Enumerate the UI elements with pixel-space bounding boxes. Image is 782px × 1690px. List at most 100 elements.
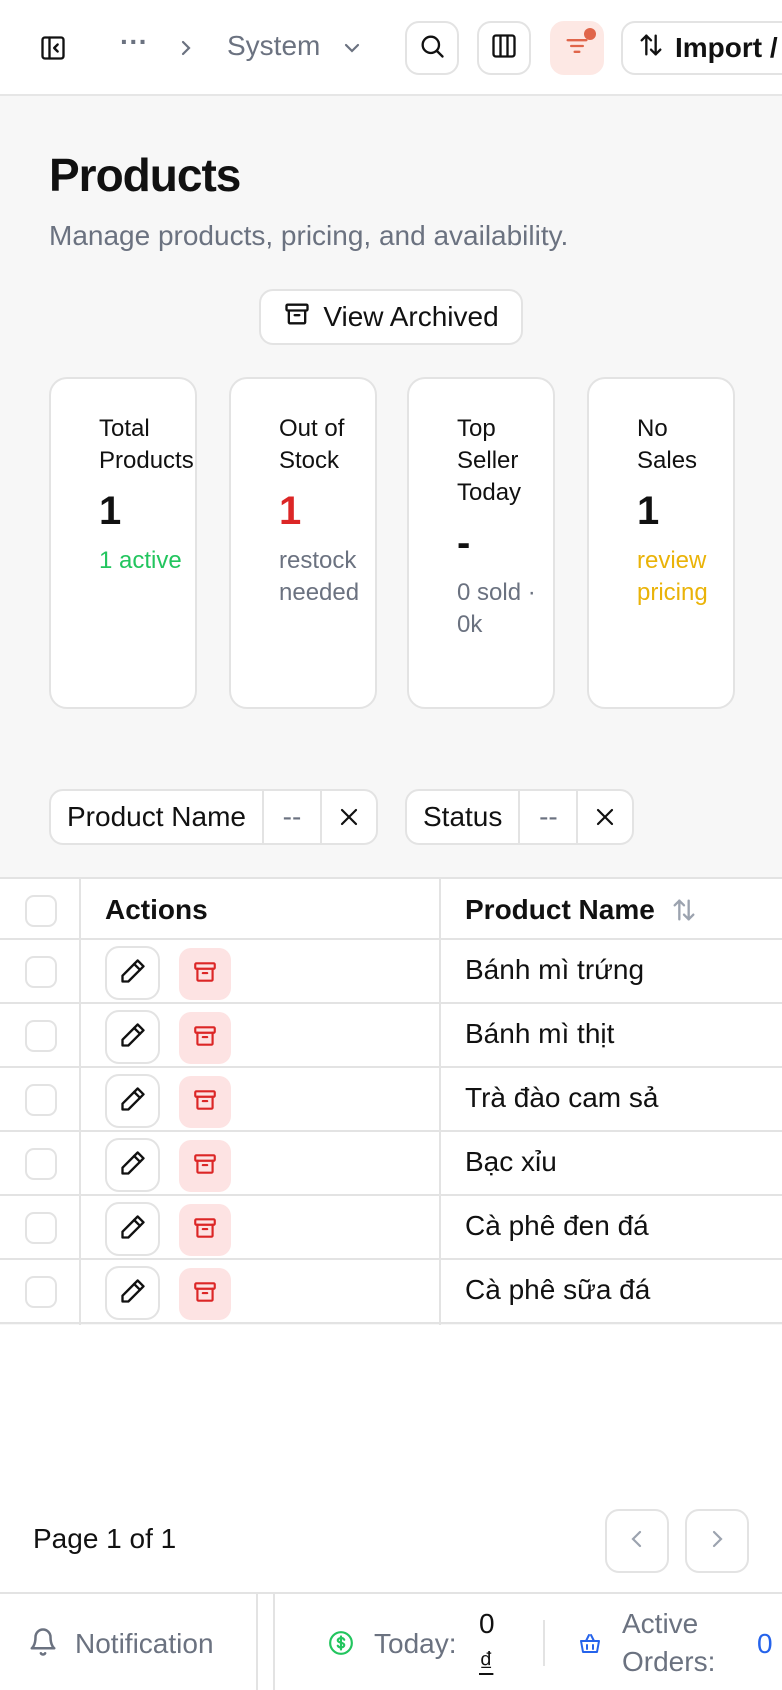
column-header-actions: Actions [105,894,208,925]
chevron-down-icon[interactable] [340,36,364,60]
search-button[interactable] [405,21,459,75]
stat-label: Total Products [99,415,194,474]
sidebar-toggle-icon[interactable] [36,30,70,66]
edit-button[interactable] [105,1202,160,1256]
product-name-cell: Bánh mì trứng [465,954,645,985]
status-bar: Notification Today: 0 ₫ Active Orders: 0 [0,1592,782,1690]
breadcrumb-more[interactable]: ··· [120,26,148,58]
top-bar: ··· System Import / [0,0,782,96]
archive-button[interactable] [179,1012,231,1064]
stat-value: - [457,521,471,565]
columns-button[interactable] [477,21,531,75]
stat-value: 1 [99,489,122,533]
search-icon [418,32,446,65]
stat-value: 1 [637,489,660,533]
archive-button[interactable] [179,1140,231,1192]
import-label: Import / [675,32,778,63]
filter-product-name[interactable]: Product Name -- [49,789,378,845]
basket-icon [578,1632,602,1661]
table-row[interactable]: Cà phê sữa đá [0,1260,782,1324]
pencil-icon [119,957,147,990]
page-info: Page 1 of 1 [33,1523,177,1554]
archive-icon [192,1087,218,1118]
pencil-icon [119,1021,147,1054]
table-row[interactable]: Bạc xỉu [0,1132,782,1196]
edit-button[interactable] [105,1010,160,1064]
product-name-cell: Cà phê đen đá [465,1210,649,1241]
prev-page-button[interactable] [605,1509,669,1573]
archive-button[interactable] [179,1268,231,1320]
next-page-button[interactable] [685,1509,749,1573]
filter-label[interactable]: Product Name [51,791,262,843]
page-subtitle: Manage products, pricing, and availabili… [49,220,569,251]
divider [256,1594,258,1690]
column-divider [439,877,441,1325]
divider [543,1620,545,1666]
view-archived-button[interactable]: View Archived [259,289,523,345]
sort-icon[interactable] [670,896,698,929]
filter-operator[interactable]: -- [261,791,320,843]
import-button[interactable]: Import / [621,21,782,75]
stat-card-no-sales: No Sales 1 review pricing [587,377,735,709]
column-divider [79,877,81,1325]
archive-icon [192,1279,218,1310]
row-checkbox[interactable] [25,1276,57,1308]
archive-button[interactable] [179,1076,231,1128]
active-orders-label: Active [622,1608,699,1639]
edit-button[interactable] [105,1138,160,1192]
table-row[interactable]: Bánh mì trứng [0,940,782,1004]
stat-label: Top Seller Today [457,415,522,506]
pencil-icon [119,1277,147,1310]
columns-icon [490,32,518,65]
pencil-icon [119,1149,147,1182]
column-header-product-name[interactable]: Product Name [465,894,655,926]
archive-button[interactable] [179,1204,231,1256]
archive-icon [192,959,218,990]
dollar-icon [328,1630,354,1661]
edit-button[interactable] [105,1074,160,1128]
edit-button[interactable] [105,1266,160,1320]
product-name-cell: Bạc xỉu [465,1146,557,1177]
sort-arrows-icon [637,31,665,66]
notification-label[interactable]: Notification [75,1628,214,1660]
bell-icon[interactable] [28,1626,58,1663]
filter-status[interactable]: Status -- [405,789,635,845]
products-table: Actions Product Name Bánh mì trứng Bánh … [0,877,782,1324]
filter-button[interactable] [550,21,604,75]
page-title: Products [49,149,241,201]
pencil-icon [119,1085,147,1118]
table-row[interactable]: Cà phê đen đá [0,1196,782,1260]
close-icon[interactable] [576,791,632,843]
stat-card-top-seller: Top Seller Today - 0 sold · 0k [407,377,555,709]
active-orders-label-2: Orders: [622,1646,716,1677]
stat-note: restock needed [279,547,360,606]
today-currency: ₫ [479,1646,494,1677]
today-value: 0 [479,1608,495,1639]
table-row[interactable]: Trà đào cam sả [0,1068,782,1132]
product-name-cell: Trà đào cam sả [465,1082,659,1113]
breadcrumb-current[interactable]: System [227,30,320,62]
table-row[interactable]: Bánh mì thịt [0,1004,782,1068]
stat-label: No Sales [637,415,698,474]
pencil-icon [119,1213,147,1246]
row-checkbox[interactable] [25,1084,57,1116]
row-checkbox[interactable] [25,1212,57,1244]
stat-value: 1 [279,489,302,533]
row-checkbox[interactable] [25,1148,57,1180]
select-all-checkbox[interactable] [25,895,57,927]
divider [273,1594,275,1690]
product-name-cell: Cà phê sữa đá [465,1274,651,1305]
row-checkbox[interactable] [25,1020,57,1052]
filter-operator[interactable]: -- [518,791,576,843]
stat-card-out-of-stock: Out of Stock 1 restock needed [229,377,377,709]
active-orders-value: 0 [757,1628,773,1659]
row-checkbox[interactable] [25,956,57,988]
stat-card-total-products: Total Products 1 1 active [49,377,197,709]
stat-note: 0 sold · 0k [457,579,536,638]
chevron-right-icon [176,34,196,62]
filter-label[interactable]: Status [407,791,518,843]
edit-button[interactable] [105,946,160,1000]
archive-button[interactable] [179,948,231,1000]
close-icon[interactable] [319,791,376,843]
product-name-cell: Bánh mì thịt [465,1018,615,1049]
